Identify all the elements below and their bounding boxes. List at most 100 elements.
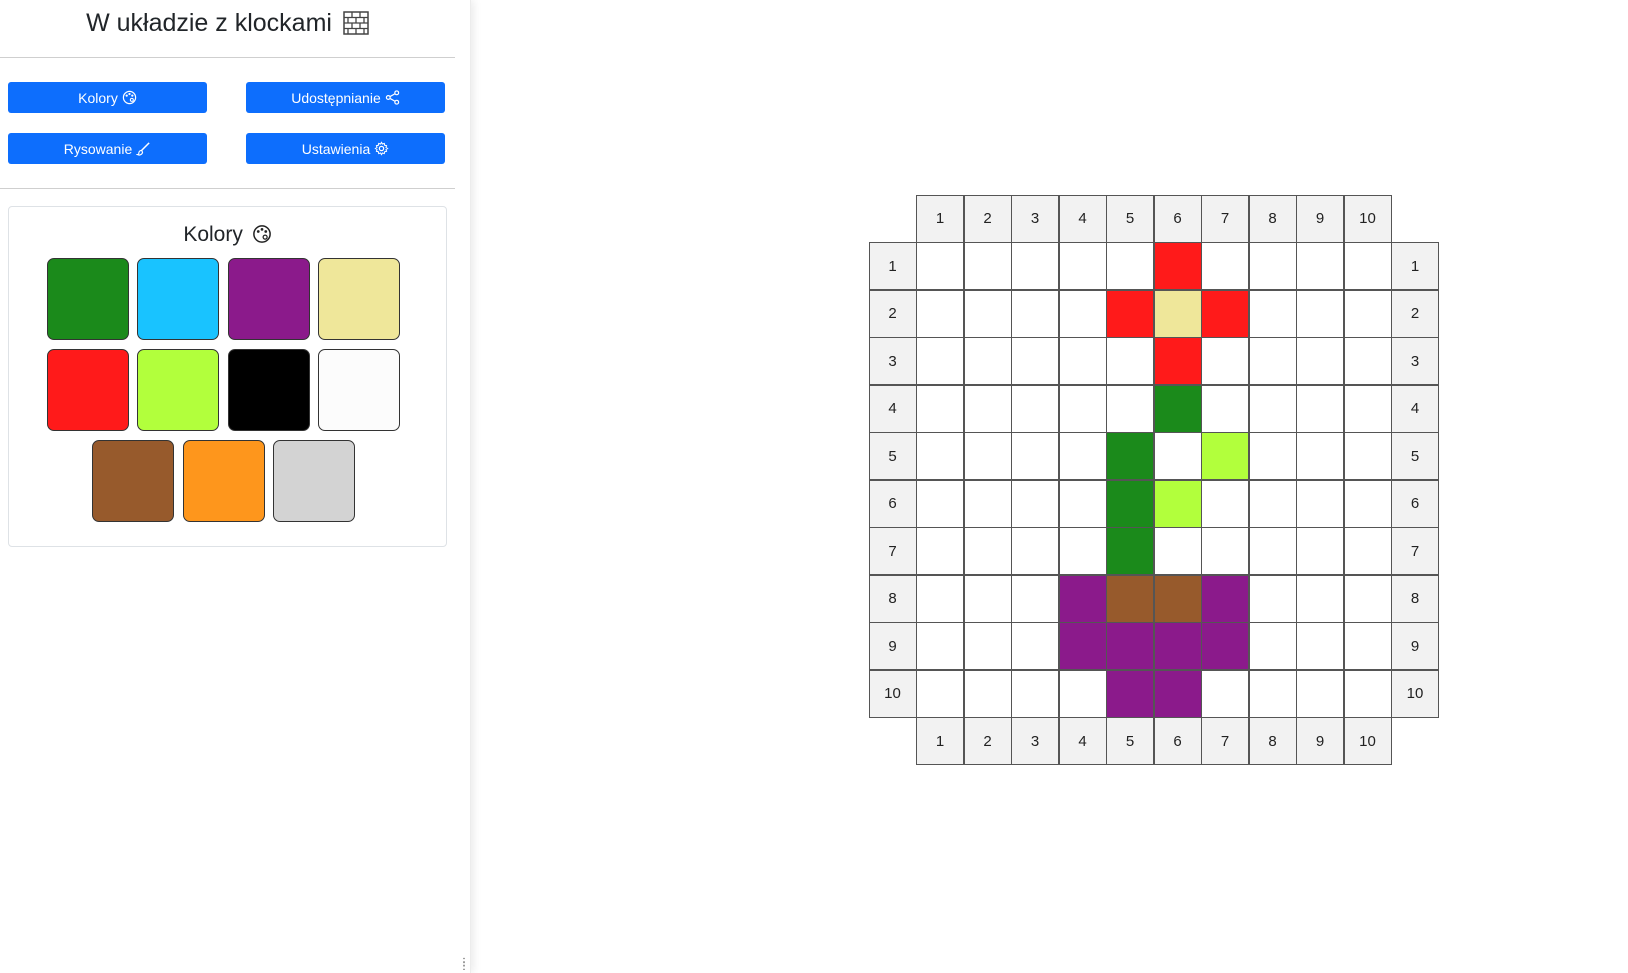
grid-cell[interactable] xyxy=(1011,289,1059,338)
grid-cell[interactable] xyxy=(1153,289,1202,338)
color-swatch[interactable] xyxy=(47,258,129,340)
grid-cell[interactable] xyxy=(1343,432,1392,480)
grid-cell[interactable] xyxy=(1153,527,1202,575)
grid-cell[interactable] xyxy=(1343,479,1392,528)
grid-cell[interactable] xyxy=(1343,527,1392,575)
grid-cell[interactable] xyxy=(1296,289,1344,338)
grid-cell[interactable] xyxy=(1153,479,1202,528)
color-swatch[interactable] xyxy=(228,258,310,340)
grid-cell[interactable] xyxy=(1011,337,1059,385)
grid-cell[interactable] xyxy=(1296,622,1344,670)
colors-button[interactable]: Kolory xyxy=(8,82,207,113)
grid-cell[interactable] xyxy=(1106,384,1154,433)
grid-cell[interactable] xyxy=(1058,337,1107,385)
grid-cell[interactable] xyxy=(1106,289,1154,338)
grid-cell[interactable] xyxy=(963,527,1012,575)
grid-cell[interactable] xyxy=(916,574,964,623)
grid-cell[interactable] xyxy=(1248,337,1297,385)
grid-cell[interactable] xyxy=(1248,527,1297,575)
color-swatch[interactable] xyxy=(183,440,265,522)
grid-cell[interactable] xyxy=(1153,622,1202,670)
drawing-button[interactable]: Rysowanie xyxy=(8,133,207,164)
color-swatch[interactable] xyxy=(137,349,219,431)
grid-cell[interactable] xyxy=(916,432,964,480)
grid-cell[interactable] xyxy=(1106,479,1154,528)
color-swatch[interactable] xyxy=(137,258,219,340)
sharing-button[interactable]: Udostępnianie xyxy=(246,82,445,113)
grid-cell[interactable] xyxy=(916,242,964,290)
grid-cell[interactable] xyxy=(1201,242,1249,290)
grid-cell[interactable] xyxy=(963,242,1012,290)
grid-cell[interactable] xyxy=(1106,669,1154,718)
grid-cell[interactable] xyxy=(1153,669,1202,718)
grid-cell[interactable] xyxy=(1248,669,1297,718)
grid-cell[interactable] xyxy=(1201,479,1249,528)
grid-cell[interactable] xyxy=(1343,384,1392,433)
grid-cell[interactable] xyxy=(1248,242,1297,290)
grid-cell[interactable] xyxy=(963,669,1012,718)
grid-cell[interactable] xyxy=(1106,242,1154,290)
grid-cell[interactable] xyxy=(916,669,964,718)
grid-cell[interactable] xyxy=(1058,432,1107,480)
color-swatch[interactable] xyxy=(318,349,400,431)
grid-cell[interactable] xyxy=(1201,574,1249,623)
grid-cell[interactable] xyxy=(916,527,964,575)
grid-cell[interactable] xyxy=(1343,289,1392,338)
grid-cell[interactable] xyxy=(1343,574,1392,623)
grid-cell[interactable] xyxy=(963,479,1012,528)
color-swatch[interactable] xyxy=(318,258,400,340)
grid-cell[interactable] xyxy=(1106,337,1154,385)
color-swatch[interactable] xyxy=(92,440,174,522)
grid-cell[interactable] xyxy=(963,384,1012,433)
grid-cell[interactable] xyxy=(1106,574,1154,623)
grid-cell[interactable] xyxy=(1296,527,1344,575)
grid-cell[interactable] xyxy=(1201,432,1249,480)
grid-cell[interactable] xyxy=(1248,574,1297,623)
grid-cell[interactable] xyxy=(1011,479,1059,528)
grid-cell[interactable] xyxy=(1058,527,1107,575)
grid-cell[interactable] xyxy=(1296,432,1344,480)
grid-cell[interactable] xyxy=(1248,384,1297,433)
grid-cell[interactable] xyxy=(1296,669,1344,718)
grid-cell[interactable] xyxy=(1296,574,1344,623)
grid-cell[interactable] xyxy=(916,622,964,670)
grid-cell[interactable] xyxy=(1343,337,1392,385)
grid-cell[interactable] xyxy=(1011,669,1059,718)
grid-cell[interactable] xyxy=(1296,337,1344,385)
grid-cell[interactable] xyxy=(1106,432,1154,480)
grid-cell[interactable] xyxy=(1201,384,1249,433)
grid-cell[interactable] xyxy=(1343,622,1392,670)
grid-cell[interactable] xyxy=(1011,242,1059,290)
grid-cell[interactable] xyxy=(1153,432,1202,480)
grid-cell[interactable] xyxy=(963,432,1012,480)
grid-cell[interactable] xyxy=(963,289,1012,338)
grid-cell[interactable] xyxy=(1201,669,1249,718)
grid-cell[interactable] xyxy=(1058,622,1107,670)
grid-cell[interactable] xyxy=(1058,289,1107,338)
grid-cell[interactable] xyxy=(1106,622,1154,670)
grid-cell[interactable] xyxy=(1296,242,1344,290)
grid-cell[interactable] xyxy=(1343,242,1392,290)
grid-cell[interactable] xyxy=(1058,669,1107,718)
grid-cell[interactable] xyxy=(1201,289,1249,338)
grid-cell[interactable] xyxy=(1153,242,1202,290)
grid-cell[interactable] xyxy=(1248,479,1297,528)
grid-cell[interactable] xyxy=(916,289,964,338)
color-swatch[interactable] xyxy=(228,349,310,431)
grid-cell[interactable] xyxy=(1248,432,1297,480)
grid-cell[interactable] xyxy=(1296,384,1344,433)
color-swatch[interactable] xyxy=(273,440,355,522)
color-swatch[interactable] xyxy=(47,349,129,431)
grid-cell[interactable] xyxy=(1201,622,1249,670)
grid-cell[interactable] xyxy=(1153,574,1202,623)
grid-cell[interactable] xyxy=(1153,337,1202,385)
grid-cell[interactable] xyxy=(916,384,964,433)
grid-cell[interactable] xyxy=(916,479,964,528)
grid-cell[interactable] xyxy=(1248,289,1297,338)
grid-cell[interactable] xyxy=(1058,242,1107,290)
grid-cell[interactable] xyxy=(1296,479,1344,528)
grid-cell[interactable] xyxy=(1058,479,1107,528)
grid-cell[interactable] xyxy=(1011,384,1059,433)
grid-cell[interactable] xyxy=(1058,384,1107,433)
grid-cell[interactable] xyxy=(1106,527,1154,575)
